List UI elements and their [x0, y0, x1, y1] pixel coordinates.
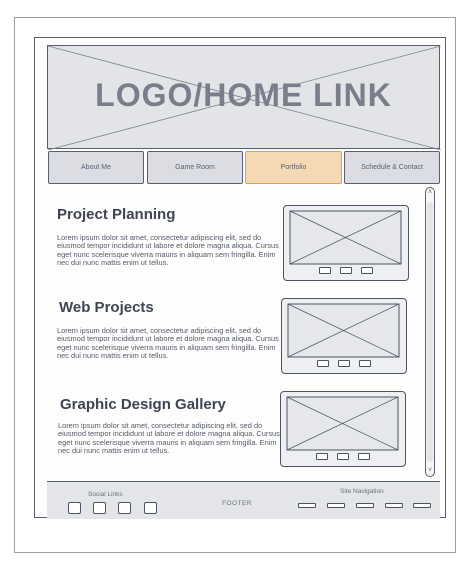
social-link-icon[interactable]: [144, 502, 157, 514]
scroll-thumb[interactable]: [427, 202, 433, 462]
project-planning-thumbnail[interactable]: [283, 205, 409, 281]
site-nav-link[interactable]: [413, 503, 431, 508]
carousel-dot[interactable]: [319, 267, 331, 274]
web-projects-thumbnail[interactable]: [281, 298, 407, 374]
site-nav-link[interactable]: [385, 503, 403, 508]
logo-home-link-text: LOGO/HOME LINK: [95, 77, 392, 113]
section-body-web-projects: Lorem ipsum dolor sit amet, consectetur …: [57, 326, 279, 360]
social-link-icon[interactable]: [118, 502, 131, 514]
carousel-dot[interactable]: [340, 267, 352, 274]
nav-schedule-contact[interactable]: Schedule & Contact: [344, 151, 440, 184]
nav-game-room[interactable]: Game Room: [147, 151, 243, 184]
site-nav-link[interactable]: [356, 503, 374, 508]
nav-about-me[interactable]: About Me: [48, 151, 144, 184]
social-link-icon[interactable]: [68, 502, 81, 514]
carousel-dot[interactable]: [361, 267, 373, 274]
footer-label: FOOTER: [222, 500, 253, 507]
nav-portfolio[interactable]: Portfolio: [245, 151, 342, 184]
main-nav: About Me Game Room Portfolio Schedule & …: [47, 151, 440, 185]
carousel-dot[interactable]: [358, 453, 370, 460]
social-links-label: Social Links: [88, 491, 123, 498]
site-navigation-label: Site Navigation: [340, 488, 384, 495]
vertical-scrollbar[interactable]: ˄ ˅: [425, 187, 435, 477]
carousel-dot[interactable]: [317, 360, 329, 367]
section-title-graphic-design-gallery: Graphic Design Gallery: [60, 396, 226, 413]
graphic-design-thumbnail[interactable]: [280, 391, 406, 467]
carousel-dot[interactable]: [337, 453, 349, 460]
section-title-web-projects: Web Projects: [59, 299, 154, 316]
scroll-down-arrow-icon[interactable]: ˅: [426, 467, 434, 475]
section-body-project-planning: Lorem ipsum dolor sit amet, consectetur …: [57, 233, 279, 267]
site-nav-link[interactable]: [298, 503, 316, 508]
carousel-dot[interactable]: [316, 453, 328, 460]
section-title-project-planning: Project Planning: [57, 206, 176, 223]
site-nav-link[interactable]: [327, 503, 345, 508]
carousel-dots: [282, 360, 406, 367]
scroll-up-arrow-icon[interactable]: ˄: [426, 189, 434, 197]
carousel-dots: [284, 267, 408, 274]
social-link-icon[interactable]: [93, 502, 106, 514]
carousel-dot[interactable]: [359, 360, 371, 367]
carousel-dot[interactable]: [338, 360, 350, 367]
header-logo-link[interactable]: LOGO/HOME LINK: [47, 45, 441, 150]
carousel-dots: [281, 453, 405, 460]
content-area: Project Planning Lorem ipsum dolor sit a…: [47, 186, 440, 481]
footer: Social Links FOOTER Site Navigation: [47, 481, 440, 519]
section-body-graphic-design-gallery: Lorem ipsum dolor sit amet, consectetur …: [58, 421, 280, 455]
